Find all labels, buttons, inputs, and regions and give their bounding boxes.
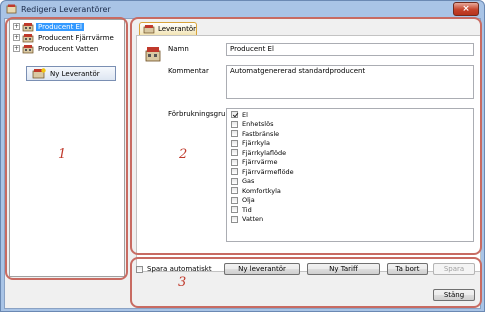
annotation-box-2 xyxy=(130,17,482,255)
close-window-button[interactable]: × xyxy=(453,2,479,16)
annotation-marker-2: 2 xyxy=(179,147,188,162)
annotation-marker-1: 1 xyxy=(58,147,67,162)
window: Redigera Leverantörer × + Producent El + xyxy=(0,0,485,312)
app-icon xyxy=(6,4,17,14)
annotation-box-1 xyxy=(5,17,128,280)
window-title: Redigera Leverantörer xyxy=(21,5,111,14)
client-area: + Producent El + Producent Fjärrvärme + … xyxy=(4,17,482,309)
annotation-marker-3: 3 xyxy=(178,275,187,290)
